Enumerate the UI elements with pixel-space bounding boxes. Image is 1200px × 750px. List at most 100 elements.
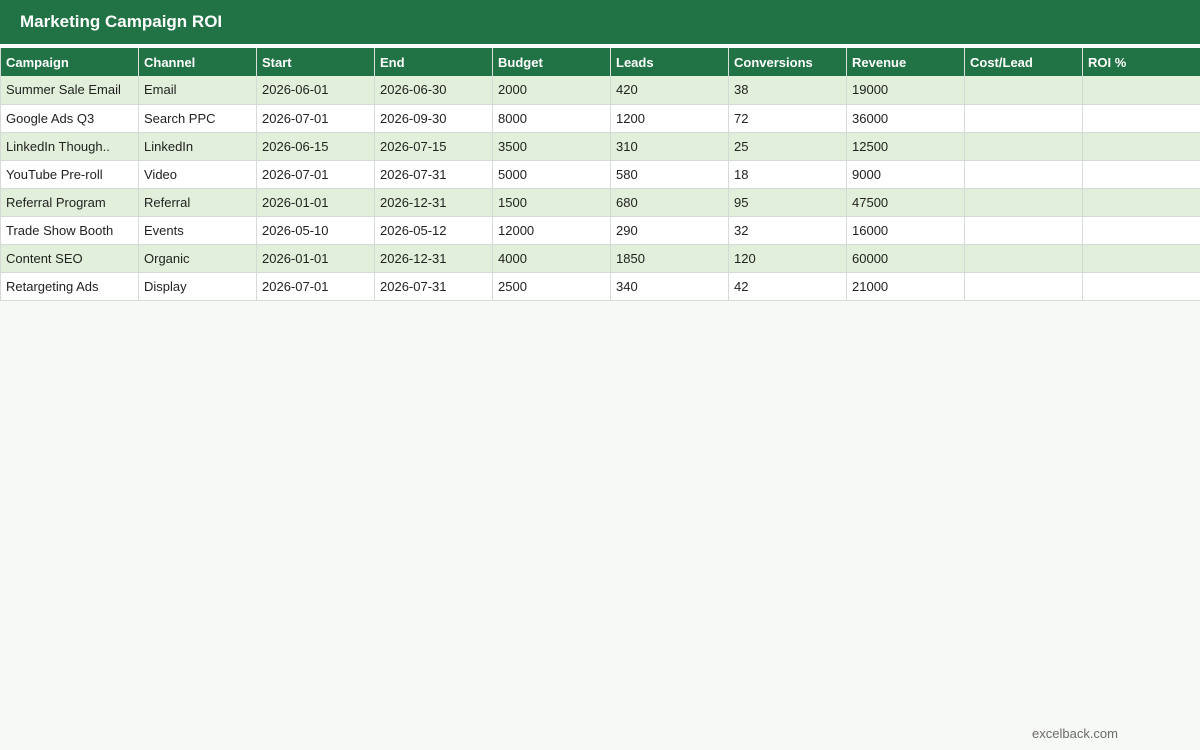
revenue-cell[interactable]: 36000 <box>846 104 965 133</box>
channel-cell[interactable]: LinkedIn <box>138 132 257 161</box>
channel-cell[interactable]: Events <box>138 216 257 245</box>
roi-percent-cell[interactable] <box>1082 216 1200 245</box>
table-row: Trade Show Booth Events 2026-05-10 2026-05-… <box>0 216 1200 245</box>
cost-per-lead-cell[interactable] <box>964 76 1083 105</box>
column-header-campaign[interactable]: Campaign <box>0 48 139 76</box>
start-cell[interactable]: 2026-01-01 <box>256 188 375 217</box>
end-cell[interactable]: 2026-12-31 <box>374 188 493 217</box>
column-header-conversions[interactable]: Conversions <box>728 48 847 76</box>
column-header-cost-per-lead[interactable]: Cost/Lead <box>964 48 1083 76</box>
header-row: Campaign Channel Start End Budget Leads … <box>0 48 1200 76</box>
campaign-cell[interactable]: Retargeting Ads <box>0 272 139 301</box>
table-row: Content SEO Organic 2026-01-01 2026-12-31 40… <box>0 244 1200 273</box>
roi-percent-cell[interactable] <box>1082 188 1200 217</box>
campaign-cell[interactable]: Referral Program <box>0 188 139 217</box>
end-cell[interactable]: 2026-06-30 <box>374 76 493 105</box>
channel-cell[interactable]: Email <box>138 76 257 105</box>
campaign-table: Campaign Channel Start End Budget Leads … <box>0 48 1200 301</box>
roi-percent-cell[interactable] <box>1082 272 1200 301</box>
conversions-cell[interactable]: 32 <box>728 216 847 245</box>
roi-percent-cell[interactable] <box>1082 244 1200 273</box>
campaign-cell[interactable]: Content SEO <box>0 244 139 273</box>
roi-percent-cell[interactable] <box>1082 76 1200 105</box>
channel-cell[interactable]: Referral <box>138 188 257 217</box>
channel-cell[interactable]: Display <box>138 272 257 301</box>
title-bar: Marketing Campaign ROI <box>0 0 1200 44</box>
conversions-cell[interactable]: 72 <box>728 104 847 133</box>
campaign-cell[interactable]: Google Ads Q3 <box>0 104 139 133</box>
start-cell[interactable]: 2026-07-01 <box>256 104 375 133</box>
channel-cell[interactable]: Organic <box>138 244 257 273</box>
roi-percent-cell[interactable] <box>1082 104 1200 133</box>
budget-cell[interactable]: 2500 <box>492 272 611 301</box>
start-cell[interactable]: 2026-05-10 <box>256 216 375 245</box>
conversions-cell[interactable]: 38 <box>728 76 847 105</box>
leads-cell[interactable]: 420 <box>610 76 729 105</box>
budget-cell[interactable]: 3500 <box>492 132 611 161</box>
column-header-leads[interactable]: Leads <box>610 48 729 76</box>
conversions-cell[interactable]: 25 <box>728 132 847 161</box>
end-cell[interactable]: 2026-07-31 <box>374 160 493 189</box>
cost-per-lead-cell[interactable] <box>964 132 1083 161</box>
end-cell[interactable]: 2026-07-31 <box>374 272 493 301</box>
leads-cell[interactable]: 680 <box>610 188 729 217</box>
leads-cell[interactable]: 1850 <box>610 244 729 273</box>
cost-per-lead-cell[interactable] <box>964 216 1083 245</box>
roi-percent-cell[interactable] <box>1082 160 1200 189</box>
column-header-roi-percent[interactable]: ROI % <box>1082 48 1200 76</box>
cost-per-lead-cell[interactable] <box>964 188 1083 217</box>
revenue-cell[interactable]: 9000 <box>846 160 965 189</box>
end-cell[interactable]: 2026-09-30 <box>374 104 493 133</box>
leads-cell[interactable]: 1200 <box>610 104 729 133</box>
column-header-channel[interactable]: Channel <box>138 48 257 76</box>
column-header-revenue[interactable]: Revenue <box>846 48 965 76</box>
conversions-cell[interactable]: 18 <box>728 160 847 189</box>
budget-cell[interactable]: 5000 <box>492 160 611 189</box>
cost-per-lead-cell[interactable] <box>964 272 1083 301</box>
start-cell[interactable]: 2026-06-15 <box>256 132 375 161</box>
budget-cell[interactable]: 2000 <box>492 76 611 105</box>
column-header-budget[interactable]: Budget <box>492 48 611 76</box>
column-header-start[interactable]: Start <box>256 48 375 76</box>
end-cell[interactable]: 2026-05-12 <box>374 216 493 245</box>
revenue-cell[interactable]: 21000 <box>846 272 965 301</box>
revenue-cell[interactable]: 12500 <box>846 132 965 161</box>
leads-cell[interactable]: 290 <box>610 216 729 245</box>
cost-per-lead-cell[interactable] <box>964 244 1083 273</box>
channel-cell[interactable]: Video <box>138 160 257 189</box>
conversions-cell[interactable]: 120 <box>728 244 847 273</box>
table-row: LinkedIn Though.. LinkedIn 2026-06-15 2026-… <box>0 132 1200 161</box>
conversions-cell[interactable]: 42 <box>728 272 847 301</box>
end-cell[interactable]: 2026-07-15 <box>374 132 493 161</box>
budget-cell[interactable]: 8000 <box>492 104 611 133</box>
sheet-title: Marketing Campaign ROI <box>20 12 223 31</box>
revenue-cell[interactable]: 16000 <box>846 216 965 245</box>
revenue-cell[interactable]: 60000 <box>846 244 965 273</box>
start-cell[interactable]: 2026-06-01 <box>256 76 375 105</box>
campaign-cell[interactable]: Trade Show Booth <box>0 216 139 245</box>
table-row: Referral Program Referral 2026-01-01 2026-1… <box>0 188 1200 217</box>
revenue-cell[interactable]: 47500 <box>846 188 965 217</box>
start-cell[interactable]: 2026-07-01 <box>256 272 375 301</box>
campaign-cell[interactable]: Summer Sale Email <box>0 76 139 105</box>
budget-cell[interactable]: 4000 <box>492 244 611 273</box>
budget-cell[interactable]: 12000 <box>492 216 611 245</box>
column-header-end[interactable]: End <box>374 48 493 76</box>
cost-per-lead-cell[interactable] <box>964 104 1083 133</box>
start-cell[interactable]: 2026-07-01 <box>256 160 375 189</box>
conversions-cell[interactable]: 95 <box>728 188 847 217</box>
channel-cell[interactable]: Search PPC <box>138 104 257 133</box>
leads-cell[interactable]: 580 <box>610 160 729 189</box>
campaign-cell[interactable]: YouTube Pre-roll <box>0 160 139 189</box>
start-cell[interactable]: 2026-01-01 <box>256 244 375 273</box>
budget-cell[interactable]: 1500 <box>492 188 611 217</box>
cost-per-lead-cell[interactable] <box>964 160 1083 189</box>
end-cell[interactable]: 2026-12-31 <box>374 244 493 273</box>
roi-percent-cell[interactable] <box>1082 132 1200 161</box>
campaign-cell[interactable]: LinkedIn Though.. <box>0 132 139 161</box>
revenue-cell[interactable]: 19000 <box>846 76 965 105</box>
leads-cell[interactable]: 310 <box>610 132 729 161</box>
table-row: YouTube Pre-roll Video 2026-07-01 2026-07-3… <box>0 160 1200 189</box>
spreadsheet-page: Marketing Campaign ROI Campaign Channel … <box>0 0 1200 750</box>
leads-cell[interactable]: 340 <box>610 272 729 301</box>
